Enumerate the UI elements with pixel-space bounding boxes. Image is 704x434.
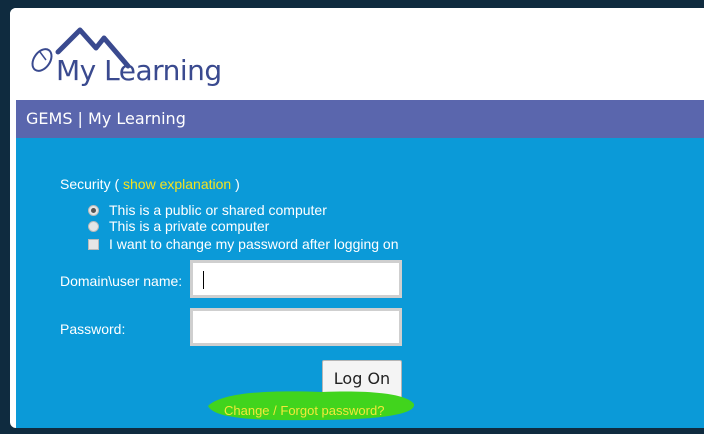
- logo-text: My Learning: [56, 54, 222, 87]
- private-computer-radio[interactable]: [88, 220, 99, 232]
- logo-area: My Learning: [10, 8, 704, 98]
- username-label: Domain\user name:: [60, 273, 183, 289]
- security-label-text: Security (: [60, 176, 120, 192]
- private-computer-option[interactable]: This is a private computer: [88, 218, 269, 234]
- page-title: GEMS | My Learning: [16, 100, 704, 138]
- password-input[interactable]: [190, 308, 402, 346]
- show-explanation-link[interactable]: show explanation: [123, 176, 231, 192]
- text-caret: [203, 271, 204, 289]
- login-window: My Learning GEMS | My Learning Security …: [10, 8, 704, 428]
- change-password-label: I want to change my password after loggi…: [109, 236, 399, 252]
- password-label: Password:: [60, 321, 126, 337]
- security-label: Security ( show explanation ): [60, 176, 240, 192]
- forgot-password-link[interactable]: Change / Forgot password?: [224, 403, 384, 418]
- public-computer-option[interactable]: This is a public or shared computer: [88, 202, 327, 218]
- login-panel: Security ( show explanation ) This is a …: [16, 138, 704, 428]
- change-password-option[interactable]: I want to change my password after loggi…: [88, 236, 399, 252]
- change-password-checkbox[interactable]: [88, 238, 99, 250]
- public-computer-label: This is a public or shared computer: [109, 202, 327, 218]
- username-input[interactable]: [190, 260, 402, 298]
- security-label-end: ): [235, 176, 240, 192]
- public-computer-radio[interactable]: [88, 204, 99, 216]
- private-computer-label: This is a private computer: [109, 218, 270, 234]
